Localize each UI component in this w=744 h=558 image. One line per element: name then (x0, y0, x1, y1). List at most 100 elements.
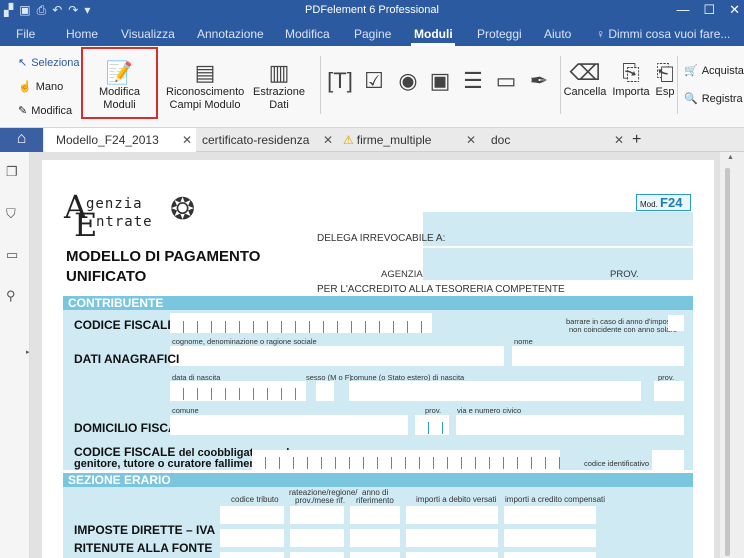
search-icon[interactable]: ⚲ (6, 288, 16, 304)
codice-tributo-field-3[interactable] (220, 552, 284, 558)
debito-field-3[interactable] (406, 552, 498, 558)
minimize-icon[interactable]: — (676, 2, 689, 18)
comune-field[interactable] (170, 415, 408, 435)
tab-label: Modello_F24_2013 (56, 133, 159, 147)
cancella-button[interactable]: ⌫ Cancella (563, 60, 607, 99)
estrazione-label: Estrazione Dati (253, 86, 305, 111)
maximize-icon[interactable]: ☐ (703, 2, 715, 18)
rateazione-field-2[interactable] (290, 529, 344, 547)
plus-icon: + (632, 131, 642, 148)
rateazione-field-3[interactable] (290, 552, 344, 558)
seleziona-button[interactable]: ↖ Seleziona (18, 56, 80, 70)
scroll-up-icon[interactable]: ▲ (727, 154, 734, 161)
menu-proteggi[interactable]: Proteggi (477, 27, 522, 41)
cognome-field[interactable] (170, 346, 504, 366)
tab-certificato-residenza[interactable]: certificato-residenza ✕ (197, 128, 337, 152)
close-tab-icon[interactable]: ✕ (466, 128, 476, 152)
close-icon[interactable]: ✕ (729, 2, 740, 18)
comment-icon[interactable]: ▭ (6, 247, 18, 263)
text-field-tool[interactable]: [T] (326, 68, 354, 94)
estrazione-button[interactable]: ▥ Estrazione Dati (246, 60, 312, 112)
seleziona-label: Seleziona (31, 56, 80, 69)
anno-riferimento-field-2[interactable] (350, 529, 400, 547)
combobox-icon: ▣ (429, 68, 451, 93)
imposte-dirette-label: IMPOSTE DIRETTE – IVA (74, 523, 216, 537)
tab-modello-f24[interactable]: Modello_F24_2013 ✕ (44, 128, 196, 152)
comune-label: comune (172, 406, 199, 415)
text-field-icon: [T] (327, 68, 353, 93)
anno-riferimento-field[interactable] (350, 506, 400, 524)
debito-field-2[interactable] (406, 529, 498, 547)
credito-field-3[interactable] (504, 552, 596, 558)
button-tool[interactable]: ▭ (492, 68, 520, 94)
comune-nascita-field[interactable] (349, 381, 641, 401)
menu-moduli[interactable]: Moduli (414, 27, 453, 41)
mano-label: Mano (35, 80, 64, 93)
bookmark-icon[interactable]: ⛉ (6, 206, 16, 222)
codice-tributo-header: codice tributo (231, 495, 279, 504)
form-edit-icon: 📝 (105, 60, 134, 85)
mod-code: F24 (660, 195, 683, 210)
new-tab-button[interactable]: + (632, 128, 648, 152)
menu-annotazione[interactable]: Annotazione (197, 27, 264, 41)
tell-me-search[interactable]: ♀ Dimmi cosa vuoi fare... (596, 27, 730, 41)
acquista-button[interactable]: 🛒 Acquista (684, 64, 744, 78)
scroll-thumb[interactable] (725, 168, 730, 556)
menu-home[interactable]: Home (66, 27, 98, 41)
close-tab-icon[interactable]: ✕ (614, 128, 624, 152)
agenzia-field[interactable] (423, 248, 693, 280)
tab-doc[interactable]: doc ✕ (486, 128, 628, 152)
expand-panel-icon[interactable]: ▸ (26, 348, 30, 356)
menu-file[interactable]: File (16, 27, 35, 41)
tab-label: doc (491, 133, 511, 147)
home-tab[interactable]: ⌂ (0, 128, 43, 152)
pages-icon[interactable]: ❐ (6, 164, 18, 180)
radio-tool[interactable]: ◉ (394, 68, 422, 94)
emblem-icon: ❂ (170, 193, 196, 226)
separator (320, 56, 321, 114)
anno-checkbox[interactable] (668, 315, 684, 331)
section-erario: SEZIONE ERARIO (63, 473, 693, 487)
vertical-scrollbar[interactable]: ▲ (720, 152, 744, 558)
close-tab-icon[interactable]: ✕ (323, 128, 333, 152)
modifica-moduli-button[interactable]: 📝 Modifica Moduli (83, 60, 156, 112)
menu-pagine[interactable]: Pagine (354, 27, 391, 41)
via-field[interactable] (456, 415, 684, 435)
menu-aiuto[interactable]: Aiuto (544, 27, 571, 41)
importa-button[interactable]: ⎘ Importa (610, 60, 652, 99)
combo-tool[interactable]: ▣ (426, 68, 454, 94)
checkbox-tool[interactable]: ☑ (360, 68, 388, 94)
tab-firme-multiple[interactable]: ⚠ firme_multiple ✕ (338, 128, 480, 152)
codice-identificativo-field[interactable] (652, 450, 684, 470)
credito-field-2[interactable] (504, 529, 596, 547)
debito-field[interactable] (406, 506, 498, 524)
signature-tool[interactable]: ✒ (525, 68, 553, 94)
mano-button[interactable]: ☝ Mano (18, 80, 64, 94)
menu-visualizza[interactable]: Visualizza (121, 27, 175, 41)
riconoscimento-button[interactable]: ▤ Riconoscimento Campi Modulo (166, 60, 244, 112)
delega-field[interactable] (423, 212, 693, 246)
modifica-button[interactable]: ✎ Modifica (18, 104, 72, 118)
key-icon: 🔍 (684, 93, 698, 105)
rateazione-field[interactable] (290, 506, 344, 524)
form-title-1: MODELLO DI PAGAMENTO (66, 248, 261, 265)
sesso-field[interactable] (316, 381, 334, 401)
acquista-label: Acquista (701, 64, 744, 77)
close-tab-icon[interactable]: ✕ (182, 128, 192, 152)
nome-field[interactable] (512, 346, 684, 366)
listbox-icon: ☰ (463, 68, 483, 93)
codice-tributo-field[interactable] (220, 506, 284, 524)
anno-riferimento-field-3[interactable] (350, 552, 400, 558)
via-label: via e numero civico (457, 406, 522, 415)
codice-tributo-field-2[interactable] (220, 529, 284, 547)
listbox-tool[interactable]: ☰ (459, 68, 487, 94)
coobbligato-bold: CODICE FISCALE (74, 445, 176, 459)
menu-modifica[interactable]: Modifica (285, 27, 330, 41)
prov-nascita-field[interactable] (654, 381, 684, 401)
esporta-button[interactable]: ⎗ Esp (655, 60, 675, 99)
credito-field[interactable] (504, 506, 596, 524)
riferimento-header: riferimento (356, 496, 394, 505)
button-icon: ▭ (495, 68, 517, 93)
registra-button[interactable]: 🔍 Registra (684, 92, 743, 106)
mod-label: Mod. (640, 200, 658, 209)
